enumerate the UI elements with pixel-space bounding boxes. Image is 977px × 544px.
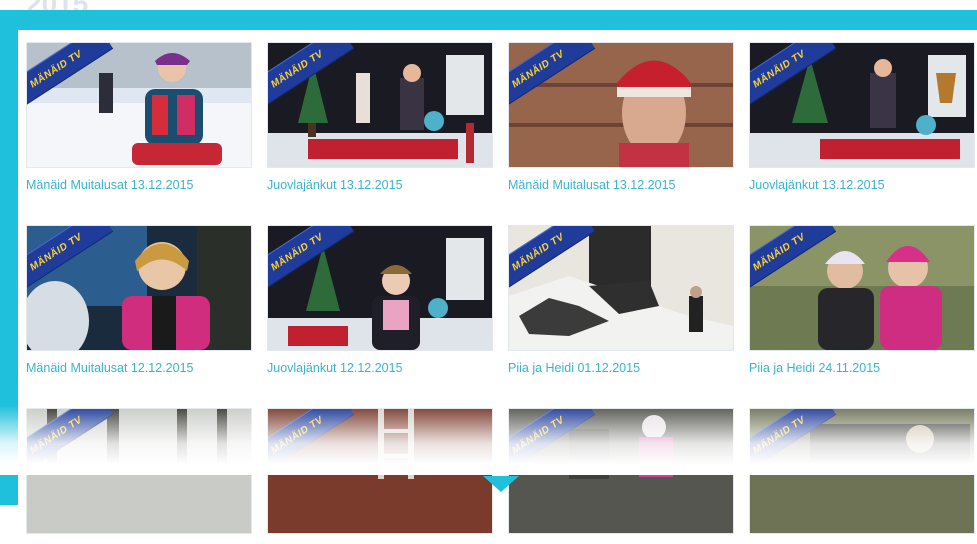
load-more-button[interactable]: [481, 474, 521, 494]
video-tile[interactable]: MÄNÄID TV Juovlajänkut 12.12.2015: [267, 225, 493, 375]
video-caption[interactable]: Juovlajänkut 12.12.2015: [267, 361, 491, 375]
video-caption[interactable]: Juovlajänkut 13.12.2015: [749, 178, 973, 192]
video-thumbnail[interactable]: MÄNÄID TV: [267, 42, 493, 168]
video-tile[interactable]: MÄNÄID TV Piia ja Heidi 01.12.2015: [508, 225, 734, 375]
video-caption[interactable]: Mänäid Muitalusat 12.12.2015: [26, 361, 250, 375]
video-thumbnail[interactable]: MÄNÄID TV: [26, 225, 252, 351]
video-thumbnail[interactable]: MÄNÄID TV: [267, 225, 493, 351]
video-thumbnail[interactable]: MÄNÄID TV: [749, 42, 975, 168]
header-bar: [0, 10, 977, 30]
video-tile[interactable]: MÄNÄID TV Mänäid Muitalusat 12.12.2015: [26, 225, 252, 375]
video-caption[interactable]: Piia ja Heidi 01.12.2015: [508, 361, 732, 375]
video-caption[interactable]: Mänäid Muitalusat 13.12.2015: [508, 178, 732, 192]
video-thumbnail[interactable]: MÄNÄID TV: [508, 42, 734, 168]
video-tile[interactable]: MÄNÄID TV Mänäid Muitalusat 13.12.2015: [26, 42, 252, 192]
video-caption[interactable]: Mänäid Muitalusat 13.12.2015: [26, 178, 250, 192]
video-thumbnail[interactable]: MÄNÄID TV: [26, 42, 252, 168]
video-tile[interactable]: MÄNÄID TV Juovlajänkut 13.12.2015: [267, 42, 493, 192]
video-tile[interactable]: MÄNÄID TV Mänäid Muitalusat 13.12.2015: [508, 42, 734, 192]
video-caption[interactable]: Piia ja Heidi 24.11.2015: [749, 361, 973, 375]
chevron-down-icon: [483, 476, 519, 492]
video-caption[interactable]: Juovlajänkut 13.12.2015: [267, 178, 491, 192]
video-thumbnail[interactable]: MÄNÄID TV: [749, 225, 975, 351]
video-thumbnail[interactable]: MÄNÄID TV: [508, 225, 734, 351]
grid-fade-overlay: [0, 405, 977, 475]
video-tile[interactable]: MÄNÄID TV Piia ja Heidi 24.11.2015: [749, 225, 975, 375]
video-tile[interactable]: MÄNÄID TV Juovlajänkut 13.12.2015: [749, 42, 975, 192]
